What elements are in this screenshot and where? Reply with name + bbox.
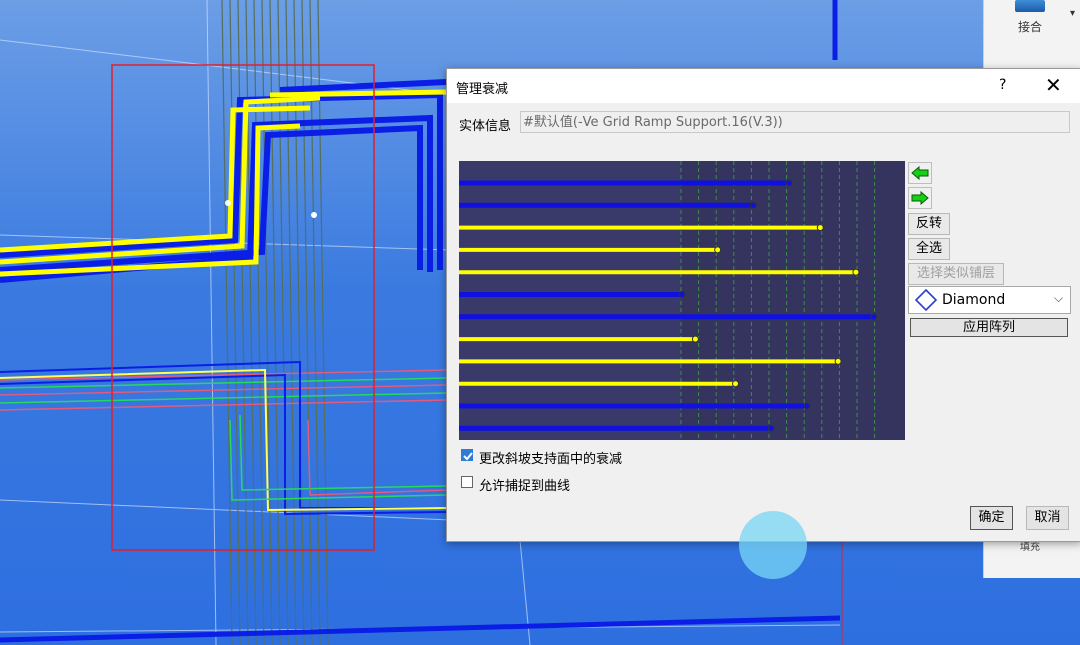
allow-snap-checkbox[interactable] — [461, 476, 473, 488]
ply-endpoint-handle[interactable] — [785, 179, 793, 187]
ply-endpoint-handle[interactable] — [691, 335, 699, 343]
dropoff-preview-canvas[interactable] — [459, 161, 905, 440]
select-all-button[interactable]: 全选 — [908, 238, 950, 260]
arrow-right-icon — [911, 191, 929, 205]
ribbon-expand-icon[interactable]: ▾ — [1070, 8, 1075, 19]
manage-dropoff-dialog: 管理衰减 ? ✕ 实体信息 #默认值(-Ve Grid Ramp Support… — [446, 68, 1080, 542]
ply-endpoint-handle[interactable] — [852, 268, 860, 276]
join-icon[interactable] — [1015, 0, 1045, 12]
ply-endpoint-handle[interactable] — [749, 201, 757, 209]
select-similar-plies-button[interactable]: 选择类似铺层 — [908, 263, 1004, 285]
join-label[interactable]: 接合 — [1018, 18, 1042, 35]
change-ramp-checkbox[interactable] — [461, 449, 473, 461]
close-button[interactable]: ✕ — [1045, 73, 1062, 97]
reverse-button[interactable]: 反转 — [908, 213, 950, 235]
ply-endpoint-handle[interactable] — [816, 224, 824, 232]
dialog-titlebar[interactable]: 管理衰减 ? ✕ — [447, 69, 1080, 103]
move-right-button[interactable] — [908, 187, 932, 209]
arrow-left-icon — [911, 166, 929, 180]
dropoff-shape-select[interactable]: Diamond ⌵ — [908, 286, 1071, 314]
ply-endpoint-handle[interactable] — [870, 313, 878, 321]
entity-info-field: #默认值(-Ve Grid Ramp Support.16(V.3)) — [520, 111, 1070, 133]
ply-endpoint-handle[interactable] — [834, 357, 842, 365]
checkmark-icon — [463, 452, 473, 461]
dropoff-preview[interactable] — [459, 161, 905, 440]
diamond-icon — [914, 288, 938, 312]
change-ramp-label: 更改斜坡支持面中的衰减 — [479, 452, 623, 467]
move-left-button[interactable] — [908, 162, 932, 184]
ply-endpoint-handle[interactable] — [803, 402, 811, 410]
dialog-title: 管理衰减 — [456, 82, 509, 97]
allow-snap-label: 允许捕捉到曲线 — [479, 479, 571, 494]
cursor-highlight — [739, 511, 807, 579]
ply-endpoint-handle[interactable] — [767, 424, 775, 432]
chevron-down-icon: ⌵ — [1054, 291, 1064, 305]
ply-endpoint-handle[interactable] — [732, 380, 740, 388]
dropoff-shape-value: Diamond — [942, 292, 1006, 308]
help-button[interactable]: ? — [999, 77, 1006, 93]
apply-array-button[interactable]: 应用阵列 — [910, 318, 1068, 337]
ply-endpoint-handle[interactable] — [678, 291, 686, 298]
cancel-button[interactable]: 取消 — [1026, 506, 1069, 530]
ok-button[interactable]: 确定 — [970, 506, 1013, 530]
ply-endpoint-handle[interactable] — [714, 246, 722, 254]
entity-info-label: 实体信息 — [459, 119, 512, 134]
